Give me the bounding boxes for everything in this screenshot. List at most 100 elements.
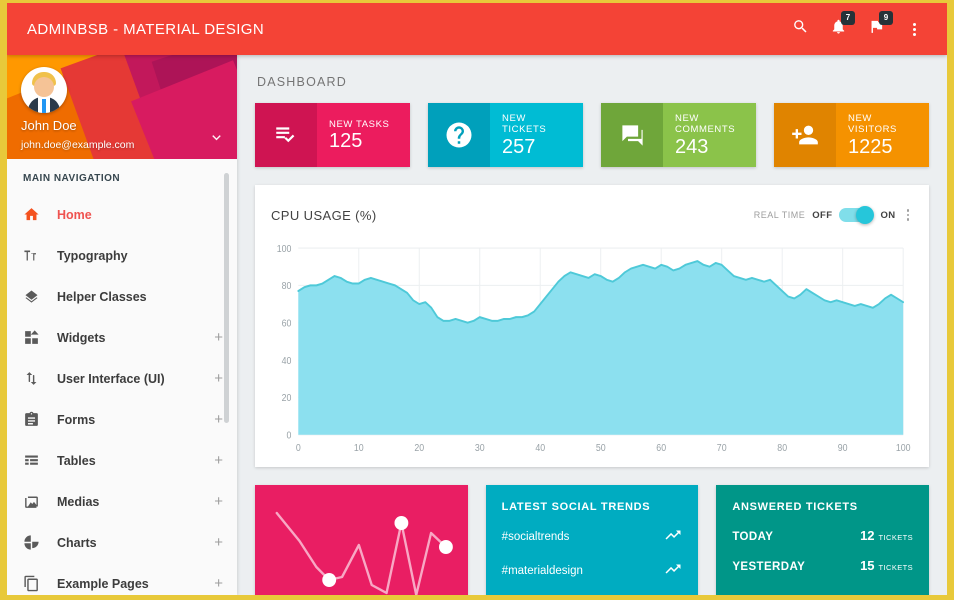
swap-icon <box>23 370 47 387</box>
answered-tickets-card[interactable]: ANSWERED TICKETS TODAY 12 TICKETS YESTER… <box>716 485 930 595</box>
sidebar-item-example-pages[interactable]: Example Pages + <box>7 563 237 595</box>
info-card-new-comments[interactable]: NEW COMMENTS 243 <box>601 103 756 167</box>
user-menu-toggle[interactable] <box>208 129 225 151</box>
search-button[interactable] <box>783 12 817 46</box>
ticket-count-group: 15 TICKETS <box>860 558 913 573</box>
info-card-new-tickets[interactable]: NEW TICKETS 257 <box>428 103 583 167</box>
app-brand-title: ADMINBSB - MATERIAL DESIGN <box>27 20 265 38</box>
user-email: john.doe@example.com <box>21 139 135 151</box>
info-card-new-visitors[interactable]: NEW VISITORS 1225 <box>774 103 929 167</box>
cpu-usage-card: CPU USAGE (%) REAL TIME OFF ON 0 20 40 60 80… <box>255 185 929 467</box>
sidebar-item-widgets[interactable]: Widgets + <box>7 317 237 358</box>
topbar-actions: 7 9 <box>783 11 931 46</box>
social-trend-row[interactable]: #socialtrends <box>486 513 699 547</box>
sidebar-item-user-interface[interactable]: User Interface (UI) + <box>7 358 237 399</box>
page-title: DASHBOARD <box>257 75 347 89</box>
user-info-panel[interactable]: John Doe john.doe@example.com <box>7 55 237 159</box>
svg-text:0: 0 <box>296 443 301 454</box>
info-card-value: 257 <box>502 135 536 158</box>
info-card-body: NEW COMMENTS 243 <box>663 103 756 167</box>
ticket-unit: TICKETS <box>878 533 914 542</box>
sidebar-item-home[interactable]: Home <box>7 194 237 235</box>
info-card-text: NEW TICKETS <box>502 113 547 135</box>
table-icon <box>23 452 47 469</box>
realtime-toggle[interactable] <box>839 206 875 224</box>
sidebar-item-label: Charts <box>57 535 97 550</box>
sidebar-item-label: Widgets <box>57 330 106 345</box>
cpu-usage-chart[interactable]: 0 20 40 60 80 100 0 10 20 30 40 50 60 70 80 90 100 <box>265 235 911 463</box>
sidebar-item-expand[interactable]: + <box>214 371 223 386</box>
info-card-value: 125 <box>329 130 363 153</box>
sidebar-item-label: Helper Classes <box>57 289 147 304</box>
sidebar-item-label: Home <box>57 207 92 222</box>
info-card-new-tasks[interactable]: NEW TASKS 125 <box>255 103 410 167</box>
trending-up-icon <box>664 560 682 581</box>
realtime-label: REAL TIME <box>753 210 806 220</box>
avatar-face <box>34 77 54 97</box>
sidebar: John Doe john.doe@example.com MAIN NAVIG… <box>7 55 237 595</box>
forum-icon <box>601 103 663 167</box>
sidebar-scrollbar-thumb[interactable] <box>224 173 229 423</box>
search-icon <box>792 18 809 40</box>
latest-social-trends-card[interactable]: LATEST SOCIAL TRENDS #socialtrends #mate… <box>485 485 699 595</box>
social-trend-label: #socialtrends <box>501 530 570 543</box>
sidebar-item-label: User Interface (UI) <box>57 371 165 386</box>
sidebar-item-typography[interactable]: Typography <box>7 235 237 276</box>
cpu-usage-chart-body: 0 20 40 60 80 100 0 10 20 30 40 50 60 70 80 90 100 <box>255 229 929 467</box>
info-card-text: NEW COMMENTS <box>675 113 736 135</box>
ticket-period-label: YESTERDAY <box>732 561 806 573</box>
sidebar-scrollbar-track[interactable] <box>224 165 233 589</box>
svg-text:100: 100 <box>896 443 911 454</box>
nav-section-title: MAIN NAVIGATION <box>23 173 121 184</box>
avatar[interactable] <box>21 67 67 113</box>
more-vertical-icon <box>912 22 916 36</box>
sidebar-item-expand[interactable]: + <box>214 535 223 550</box>
sidebar-item-charts[interactable]: Charts + <box>7 522 237 563</box>
social-trend-row[interactable]: #materialdesign <box>486 547 699 581</box>
ticket-period-label: TODAY <box>732 531 774 543</box>
info-card-body: NEW TASKS 125 <box>317 103 410 167</box>
sparkline-chart <box>275 511 453 595</box>
sidebar-item-helper-classes[interactable]: Helper Classes <box>7 276 237 317</box>
sidebar-item-tables[interactable]: Tables + <box>7 440 237 481</box>
notifications-button[interactable]: 7 <box>821 11 855 46</box>
topbar-overflow-button[interactable] <box>897 12 931 46</box>
info-cards-row: NEW TASKS 125 NEW TICKETS 257 NEW COMMEN… <box>255 103 929 167</box>
top-navbar: ADMINBSB - MATERIAL DESIGN 7 9 <box>7 3 947 55</box>
sidebar-item-forms[interactable]: Forms + <box>7 399 237 440</box>
trending-up-icon <box>664 526 682 547</box>
typography-icon <box>23 247 47 264</box>
svg-text:10: 10 <box>354 443 364 454</box>
sidebar-item-expand[interactable]: + <box>214 576 223 591</box>
ticket-count: 15 <box>860 558 875 573</box>
realtime-off-label: OFF <box>812 209 833 221</box>
cpu-usage-header: CPU USAGE (%) REAL TIME OFF ON <box>255 185 929 229</box>
chart-overflow-button[interactable] <box>903 207 914 223</box>
svg-text:100: 100 <box>277 243 292 254</box>
pink-sparkline-card[interactable] <box>255 485 468 595</box>
sidebar-item-expand[interactable]: + <box>214 330 223 345</box>
flag-button[interactable]: 9 <box>859 11 893 46</box>
sidebar-item-medias[interactable]: Medias + <box>7 481 237 522</box>
sidebar-item-label: Typography <box>57 248 128 263</box>
sidebar-item-expand[interactable]: + <box>214 453 223 468</box>
main-content: DASHBOARD NEW TASKS 125 NEW TICKETS 257 <box>237 55 947 595</box>
svg-text:40: 40 <box>282 355 292 366</box>
widgets-icon <box>23 329 47 346</box>
sidebar-item-expand[interactable]: + <box>214 494 223 509</box>
sidebar-item-label: Tables <box>57 453 96 468</box>
info-card-text: NEW VISITORS <box>848 113 897 135</box>
svg-text:30: 30 <box>475 443 485 454</box>
sidebar-item-label: Example Pages <box>57 576 149 591</box>
ticket-unit: TICKETS <box>878 563 914 572</box>
sidebar-item-expand[interactable]: + <box>214 412 223 427</box>
ticket-count-group: 12 TICKETS <box>860 528 913 543</box>
answered-tickets-title: ANSWERED TICKETS <box>732 501 858 513</box>
svg-text:60: 60 <box>656 443 666 454</box>
home-icon <box>23 206 47 223</box>
answered-tickets-row: TODAY 12 TICKETS <box>716 513 929 543</box>
sidebar-item-label: Medias <box>57 494 100 509</box>
info-card-text: NEW TASKS <box>329 118 390 130</box>
clipboard-icon <box>23 411 47 428</box>
svg-text:60: 60 <box>282 318 292 329</box>
